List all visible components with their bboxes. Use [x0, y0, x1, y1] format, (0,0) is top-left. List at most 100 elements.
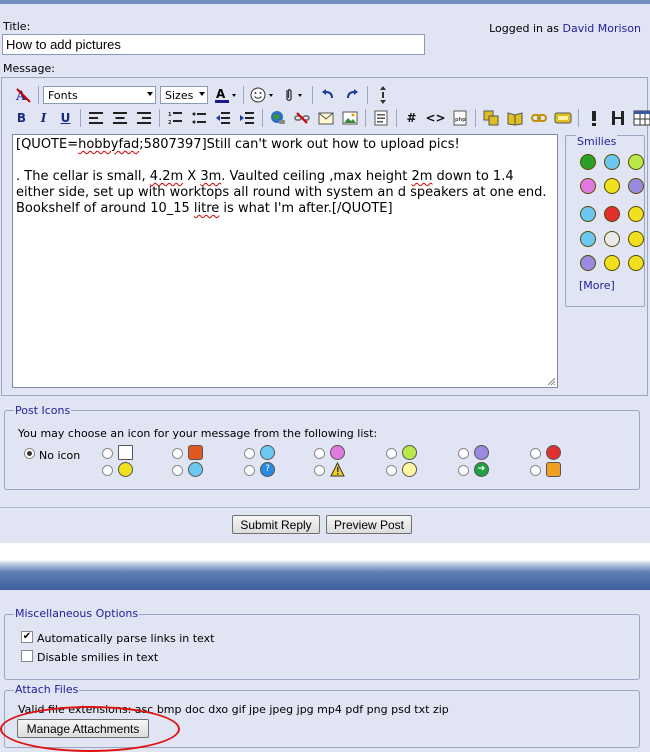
rolleyes-icon[interactable]: [580, 255, 596, 271]
misc-options-fieldset: [4, 614, 640, 680]
message-text: . The cellar is small,: [16, 169, 150, 184]
smiley-icon[interactable]: [248, 85, 276, 106]
thumbs-down-icon: [188, 445, 203, 460]
mad-icon[interactable]: [604, 206, 620, 222]
toolbar-separator: [262, 109, 263, 127]
post-icon-radio[interactable]: [244, 465, 255, 476]
post-icon-radio[interactable]: [386, 465, 397, 476]
post-icon-radio[interactable]: [314, 465, 325, 476]
post-icon-radio[interactable]: [172, 448, 183, 459]
indent-icon[interactable]: [236, 108, 257, 129]
no-icon-radio[interactable]: [24, 448, 35, 459]
post-icon-radio[interactable]: [172, 465, 183, 476]
quote-icon[interactable]: [370, 108, 391, 129]
submit-reply-button[interactable]: Submit Reply: [232, 515, 320, 534]
align-right-icon[interactable]: [133, 108, 154, 129]
wink-icon[interactable]: [628, 206, 644, 222]
redo-icon[interactable]: [341, 85, 362, 106]
green-smiley-icon[interactable]: [580, 154, 596, 170]
login-prefix: Logged in as: [489, 22, 559, 35]
thumbs-up-icon: [546, 462, 561, 477]
eek-icon[interactable]: [604, 231, 620, 247]
frown-icon[interactable]: [628, 178, 644, 194]
parse-links-checkbox[interactable]: ✔: [21, 631, 33, 643]
outdent-icon[interactable]: [212, 108, 233, 129]
exclamation-icon[interactable]: [583, 108, 604, 129]
insert-email-icon[interactable]: [315, 108, 336, 129]
table-icon[interactable]: [631, 108, 650, 129]
mad-icon: [546, 445, 561, 460]
shocked-icon[interactable]: [628, 255, 644, 271]
post-icon-radio[interactable]: [458, 465, 469, 476]
post-icon-radio[interactable]: [386, 448, 397, 459]
arrow-right-icon: ➔: [474, 462, 489, 477]
code-icon[interactable]: <>: [425, 108, 446, 129]
more-smilies-link[interactable]: [More]: [579, 279, 615, 292]
tag-icon[interactable]: [552, 108, 573, 129]
text-color-icon[interactable]: A: [212, 85, 238, 106]
remove-format-icon[interactable]: A: [12, 85, 33, 106]
post-icon-radio[interactable]: [530, 448, 541, 459]
cool-icon[interactable]: [580, 231, 596, 247]
ordered-list-icon[interactable]: 12: [164, 108, 185, 129]
message-textarea[interactable]: [QUOTE=hobbyfad;5807397]Still can't work…: [12, 134, 558, 388]
post-icon-radio[interactable]: [102, 448, 113, 459]
preview-post-button[interactable]: Preview Post: [326, 515, 412, 534]
user-link[interactable]: David Morison: [563, 22, 642, 35]
post-icon-radio[interactable]: [530, 465, 541, 476]
multi-quote-icon[interactable]: [480, 108, 501, 129]
size-select-value: Sizes: [165, 88, 194, 102]
warning-icon: [330, 461, 345, 477]
book-icon[interactable]: [504, 108, 525, 129]
svg-text:2: 2: [168, 120, 172, 125]
disable-smilies-checkbox[interactable]: [21, 650, 33, 662]
title-input[interactable]: How to add pictures: [2, 34, 425, 55]
happy-icon[interactable]: [604, 178, 620, 194]
insert-image-icon[interactable]: [339, 108, 360, 129]
svg-text:1: 1: [168, 112, 172, 118]
paperclip-icon[interactable]: [279, 85, 307, 106]
post-icon-radio[interactable]: [458, 448, 469, 459]
underline-icon[interactable]: U: [56, 108, 75, 129]
toolbar-row-2: B I U 12 # <> php: [12, 106, 650, 130]
message-text: ;5807397]Still can't work out how to upl…: [139, 137, 460, 152]
php-icon[interactable]: php: [449, 108, 470, 129]
login-status: Logged in as David Morison: [489, 22, 641, 35]
undo-icon[interactable]: [317, 85, 338, 106]
confused-icon[interactable]: [580, 206, 596, 222]
resize-grip-icon[interactable]: [546, 376, 556, 386]
toolbar-separator: [80, 109, 81, 127]
post-icon-radio[interactable]: [244, 448, 255, 459]
misspelled-word: litre: [193, 201, 220, 216]
svg-text:A: A: [216, 87, 226, 101]
message-text: X: [183, 169, 201, 184]
tongue-icon[interactable]: [580, 178, 596, 194]
chain-link-icon[interactable]: [528, 108, 549, 129]
post-icon-radio[interactable]: [102, 465, 113, 476]
biggrin-icon[interactable]: [628, 231, 644, 247]
font-select[interactable]: Fonts: [43, 86, 156, 104]
resize-editor-icon[interactable]: [372, 85, 393, 106]
toolbar-separator: [367, 86, 368, 104]
title-label: Title:: [3, 20, 31, 33]
horizontal-rule-icon[interactable]: [607, 108, 628, 129]
toolbar-separator: [475, 109, 476, 127]
tongue-icon: [330, 445, 345, 460]
section-divider-bar: [0, 560, 650, 590]
redface-icon[interactable]: [604, 255, 620, 271]
misspelled-word: 2m: [411, 169, 433, 184]
size-select[interactable]: Sizes: [160, 86, 208, 104]
smile-icon[interactable]: [604, 154, 620, 170]
hash-icon[interactable]: #: [401, 108, 422, 129]
unordered-list-icon[interactable]: [188, 108, 209, 129]
italic-icon[interactable]: I: [34, 108, 53, 129]
remove-link-icon[interactable]: [291, 108, 312, 129]
question-icon: ?: [260, 462, 275, 477]
insert-link-icon[interactable]: [267, 108, 288, 129]
bold-icon[interactable]: B: [12, 108, 31, 129]
align-left-icon[interactable]: [85, 108, 106, 129]
post-icon-radio[interactable]: [314, 448, 325, 459]
message-line-1: [QUOTE=hobbyfad;5807397]Still can't work…: [16, 137, 554, 153]
grin-icon[interactable]: [628, 154, 644, 170]
align-center-icon[interactable]: [109, 108, 130, 129]
